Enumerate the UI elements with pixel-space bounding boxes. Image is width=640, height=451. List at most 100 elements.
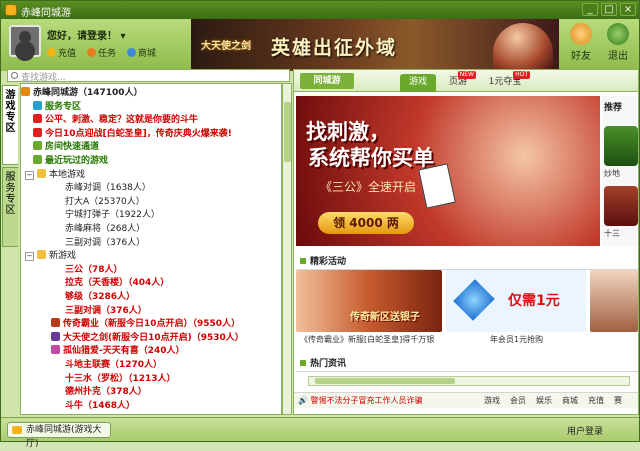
footer-link-games[interactable]: 游戏 bbox=[484, 393, 500, 409]
main-nav: 同城游 游戏 页游 NEW 1元夺宝 HOT bbox=[294, 70, 638, 92]
tree-item[interactable]: 够级（3286人） bbox=[65, 290, 135, 304]
login-greeting[interactable]: 您好，请登录！ ▾ bbox=[47, 27, 126, 42]
tree-item-label: 赤峰麻将（268人） bbox=[65, 224, 146, 234]
tree-item-label: 斗牛（1468人） bbox=[65, 400, 136, 411]
tree-item[interactable]: 三副对调（376人） bbox=[65, 236, 145, 250]
home-icon bbox=[21, 87, 30, 96]
tree-item-label: 三副对调（376人） bbox=[65, 305, 147, 316]
tree-item[interactable]: − 新游戏 bbox=[25, 249, 76, 263]
tree-item[interactable]: 最近玩过的游戏 bbox=[33, 154, 108, 168]
tree-item[interactable]: 斗地主联赛（1270人） bbox=[65, 358, 162, 372]
tree-item[interactable]: 赤峰同城游（147100人） bbox=[21, 86, 143, 100]
footer-link-recharge[interactable]: 充值 bbox=[588, 393, 604, 409]
tree-item[interactable]: 德州扑克（378人） bbox=[65, 385, 147, 399]
tree-item-label: 公平、刺激、稳定？这就是你要的斗牛 bbox=[45, 115, 199, 126]
footer-link-shop[interactable]: 商城 bbox=[562, 393, 578, 409]
promo-claim-button[interactable]: 领 4000 两 bbox=[318, 212, 414, 234]
tree-item-label: 今日10点迎战[白蛇圣皇]，传奇庆典火爆来袭! bbox=[45, 128, 232, 139]
scrollbar-thumb[interactable] bbox=[284, 102, 291, 162]
tree-item[interactable]: 服务专区 bbox=[33, 100, 81, 114]
tree-item-label: 孤仙猎爱-天天有喜（240人） bbox=[63, 346, 185, 357]
user-login-link[interactable]: 用户登录 bbox=[567, 424, 603, 437]
tree-item-label: 德州扑克（378人） bbox=[65, 387, 147, 398]
footer-link-match[interactable]: 赛 bbox=[614, 393, 622, 409]
friends-button[interactable]: 好友 bbox=[564, 23, 598, 67]
tree-item-label: 房间快速通道 bbox=[45, 142, 100, 153]
lobby-tab[interactable]: 赤峰同城游(游戏大厅) bbox=[7, 422, 111, 449]
shop-link[interactable]: 商城 bbox=[127, 46, 156, 59]
tree-item[interactable]: 宁城打弹子（1922人） bbox=[65, 208, 160, 222]
tree-item[interactable]: 传奇霸业（新服今日10点开启）（9550人） bbox=[51, 317, 240, 331]
tree-item-label: 新游戏 bbox=[49, 251, 77, 262]
activity-caption-2[interactable]: 年会员1元抢购 bbox=[490, 334, 543, 345]
tree-item[interactable]: 三副对调（376人） bbox=[65, 304, 147, 318]
news-header: 热门资讯 bbox=[296, 356, 638, 372]
tree-item[interactable]: 赤峰麻将（268人） bbox=[65, 222, 145, 236]
new-badge: NEW bbox=[457, 71, 476, 79]
tab-service-zone[interactable]: 服务专区 bbox=[2, 167, 18, 247]
recommend-game-2-label: 十三 bbox=[604, 229, 620, 238]
recharge-link[interactable]: 充值 bbox=[47, 46, 76, 59]
tree-item[interactable]: 今日10点迎战[白蛇圣皇]，传奇庆典火爆来袭! bbox=[33, 127, 232, 141]
tree-item-label: 赤峰同城游（147100人） bbox=[33, 88, 143, 98]
task-link[interactable]: 任务 bbox=[87, 46, 116, 59]
scrollbar-thumb[interactable] bbox=[315, 378, 455, 384]
maximize-button[interactable]: □ bbox=[601, 3, 617, 16]
tree-item-label: 赤峰对调（1638人） bbox=[65, 183, 151, 194]
diamond-icon bbox=[453, 279, 495, 321]
top-banner-ad[interactable]: 大天使之剑 英雄出征外域 bbox=[191, 19, 559, 71]
tree-item[interactable]: 房间快速通道 bbox=[33, 140, 99, 154]
tab-web-games[interactable]: 页游 NEW bbox=[442, 71, 476, 92]
tree-item[interactable]: 三公（78人） bbox=[65, 263, 123, 277]
tab-one-yuan[interactable]: 1元夺宝 HOT bbox=[482, 71, 530, 92]
activity-caption-1[interactable]: 《传奇霸业》新服[白蛇圣皇]得千万银 bbox=[300, 334, 434, 345]
tree-item[interactable]: 孤仙猎爱-天天有喜（240人） bbox=[51, 344, 185, 358]
expand-toggle[interactable]: − bbox=[25, 170, 34, 180]
game-search-input[interactable]: 查找游戏... bbox=[7, 69, 290, 83]
activity-image-vip[interactable]: 仅需1元 bbox=[446, 270, 586, 332]
client-window: 赤峰同城游 _ □ × 您好，请登录！ ▾ 充值 任务 商城 大天使之剑 英雄出… bbox=[0, 0, 640, 449]
horizontal-scrollbar[interactable] bbox=[308, 376, 630, 386]
friends-icon bbox=[570, 23, 592, 45]
playing-cards-image bbox=[418, 163, 456, 209]
exit-button[interactable]: 退出 bbox=[601, 23, 635, 67]
tree-item-label: 拉克（天香楼）（404人） bbox=[65, 278, 170, 289]
tree-item[interactable]: 拉克（天香楼）（404人） bbox=[65, 276, 169, 290]
coin-icon bbox=[47, 48, 56, 57]
tree-item-label: 大天使之剑(新服今日10点开启)（9530人） bbox=[63, 332, 244, 343]
tree-item[interactable]: 赤峰对调（1638人） bbox=[65, 181, 151, 195]
tree-item-label: 够级（3286人） bbox=[65, 292, 136, 302]
recommend-game-2[interactable] bbox=[604, 186, 638, 226]
close-button[interactable]: × bbox=[620, 3, 636, 16]
activity-image-extra[interactable] bbox=[590, 270, 638, 332]
game1-icon bbox=[51, 318, 60, 328]
activities-header: 精彩活动 bbox=[296, 254, 638, 270]
expand-toggle[interactable]: − bbox=[25, 252, 34, 262]
brand-logo[interactable]: 同城游 bbox=[300, 73, 354, 89]
game-tree-scrollbar[interactable] bbox=[282, 83, 292, 415]
tree-item[interactable]: 打大A（25370人） bbox=[65, 195, 145, 209]
minimize-button[interactable]: _ bbox=[582, 3, 598, 16]
tree-item-label: 最近玩过的游戏 bbox=[45, 156, 109, 166]
footer-link-vip[interactable]: 会员 bbox=[510, 393, 526, 409]
tree-item[interactable]: − 本地游戏 bbox=[25, 168, 85, 182]
footer-link-fun[interactable]: 娱乐 bbox=[536, 393, 552, 409]
recommend-panel: 推荐 炒地 十三 bbox=[602, 96, 638, 246]
side-tabs: 游戏专区 服务专区 bbox=[1, 85, 19, 415]
tree-item[interactable]: 十三水（罗松）（1213人） bbox=[65, 372, 176, 386]
tab-games[interactable]: 游戏 bbox=[400, 74, 436, 92]
fraud-warning[interactable]: 🔊 警惕不法分子冒充工作人员诈骗 bbox=[298, 393, 423, 409]
activity-image-legend[interactable]: 传奇新区送银子 bbox=[296, 270, 442, 332]
tree-item[interactable]: 公平、刺激、稳定？这就是你要的斗牛 bbox=[33, 113, 198, 127]
recommend-game-1[interactable] bbox=[604, 126, 638, 166]
hot-badge: HOT bbox=[513, 71, 530, 79]
tree-item-label: 传奇霸业（新服今日10点开启）（9550人） bbox=[63, 319, 241, 330]
diamond-icon bbox=[33, 100, 42, 110]
tree-item[interactable]: 斗牛（1468人） bbox=[65, 399, 135, 413]
tab-game-zone[interactable]: 游戏专区 bbox=[2, 85, 18, 165]
banner-character-image bbox=[493, 23, 553, 71]
promo-banner[interactable]: 找刺激， 系统帮你买单 《三公》全速开启 领 4000 两 bbox=[296, 96, 600, 246]
avatar[interactable] bbox=[9, 25, 41, 57]
promo-headline-2: 系统帮你买单 bbox=[308, 146, 434, 170]
tree-item[interactable]: 大天使之剑(新服今日10点开启)（9530人） bbox=[51, 331, 244, 345]
